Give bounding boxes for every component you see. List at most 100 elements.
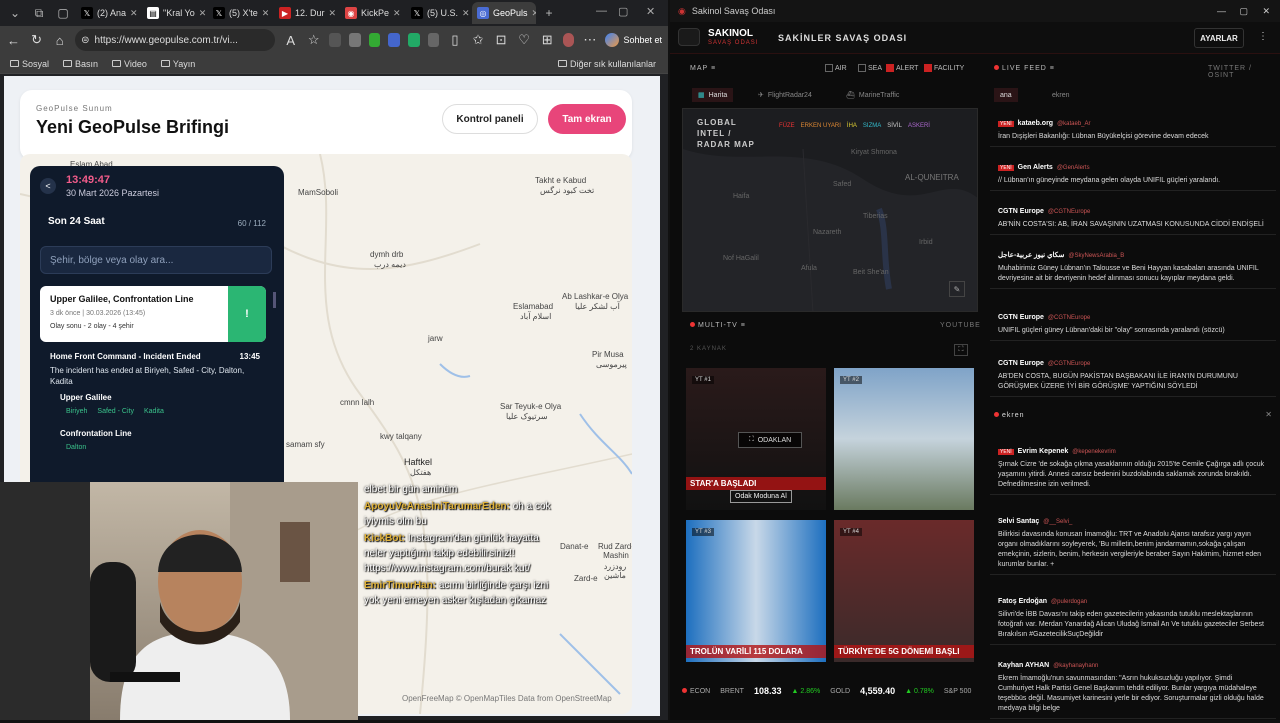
dashboard-button[interactable]: Kontrol paneli bbox=[442, 104, 538, 134]
feed-item[interactable]: YENİ Gen Alerts @GenAlerts // Lübnan'ın gün… bbox=[990, 156, 1276, 191]
feed-handle[interactable]: @CGTNEurope bbox=[1048, 209, 1090, 215]
screenshot-icon[interactable]: ⊞ bbox=[540, 32, 555, 48]
expand-icon[interactable]: ⛶ bbox=[954, 344, 968, 356]
feed-handle[interactable]: @__Selvi_ bbox=[1043, 519, 1072, 525]
tab-5[interactable]: 𝕏 (5) U.S. ✕ bbox=[406, 2, 470, 24]
tab-1[interactable]: ▤ "Kral Yo ✕ bbox=[142, 2, 206, 24]
workspaces-icon[interactable]: ▢ bbox=[52, 3, 74, 23]
feed-item[interactable]: YENİ Evrim Kepenek @kepenekevrim Şırnak Ciz… bbox=[990, 440, 1276, 495]
radar-map[interactable]: GLOBAL INTEL / RADAR MAP FÜZE ERKEN UYAR… bbox=[682, 108, 978, 312]
feed-handle[interactable]: @CGTNEurope bbox=[1048, 361, 1090, 367]
close-icon[interactable]: ✕ bbox=[532, 8, 536, 19]
tv-tile-1[interactable]: YT #1 ⛶ ODAKLAN STAR'A BAŞLADI bbox=[686, 368, 826, 510]
close-icon[interactable]: ✕ bbox=[393, 8, 401, 19]
maximize-icon[interactable]: ▢ bbox=[618, 5, 628, 18]
feed-item[interactable]: CGTN Europe @CGTNEurope AB'NİN COSTA'SI: A… bbox=[990, 200, 1276, 235]
tab-actions-icon[interactable]: ⧉ bbox=[28, 3, 50, 23]
feed-source[interactable]: kataeb.org bbox=[1018, 120, 1053, 127]
scrollbar[interactable] bbox=[273, 292, 276, 308]
feed-item[interactable]: CGTN Europe @CGTNEurope UNIFIL güçleri gün… bbox=[990, 306, 1276, 341]
translate-icon[interactable] bbox=[388, 33, 401, 47]
feed-handle[interactable]: @GenAlerts bbox=[1057, 165, 1090, 171]
feed-source[interactable]: Selvi Santaç bbox=[998, 518, 1039, 525]
filter-air[interactable]: AIR bbox=[825, 64, 847, 72]
minimize-icon[interactable]: — bbox=[1217, 6, 1226, 16]
feed-item[interactable]: YENİ kataeb.org @kataeb_Ar İran Dışişleri B… bbox=[990, 112, 1276, 147]
back-arrow-icon[interactable]: < bbox=[40, 178, 56, 194]
city-tag[interactable]: Kadita bbox=[144, 408, 164, 415]
tv-tile-2[interactable]: YT #2 bbox=[834, 368, 974, 510]
close-icon[interactable]: ✕ bbox=[130, 8, 138, 19]
copilot-button[interactable]: Sohbet et bbox=[605, 33, 662, 47]
city-tag[interactable]: Dalton bbox=[66, 444, 86, 451]
close-window-icon[interactable]: ✕ bbox=[1262, 6, 1270, 17]
city-tag[interactable]: Biriyeh bbox=[66, 408, 87, 415]
filter-alert[interactable]: ALERT bbox=[886, 64, 918, 72]
split-screen-icon[interactable]: ▯ bbox=[447, 32, 462, 48]
maximize-icon[interactable]: ▢ bbox=[1239, 6, 1248, 17]
tab-6[interactable]: ◎ GeoPuls ✕ bbox=[472, 2, 536, 24]
url-field[interactable]: ⊜ https://www.geopulse.com.tr/vi... bbox=[75, 29, 276, 51]
collections-icon[interactable]: ⊡ bbox=[494, 32, 509, 48]
feed-item[interactable]: سكاي نيوز عربية-عاجل @SkyNewsArabia_B Muha… bbox=[990, 244, 1276, 289]
feed-source[interactable]: Gen Alerts bbox=[1018, 164, 1053, 171]
tab-2[interactable]: 𝕏 (5) X'te ✕ bbox=[208, 2, 272, 24]
minimize-icon[interactable]: — bbox=[596, 5, 607, 17]
feed-source[interactable]: CGTN Europe bbox=[998, 208, 1044, 215]
new-tab-icon[interactable]: + bbox=[538, 3, 560, 23]
feed-handle[interactable]: @kepenekevrim bbox=[1072, 449, 1115, 455]
bookmark-folder[interactable]: Basın bbox=[63, 59, 98, 69]
close-icon[interactable]: ✕ bbox=[1265, 410, 1272, 419]
settings-button[interactable]: AYARLAR bbox=[1194, 28, 1244, 48]
close-icon[interactable]: ✕ bbox=[462, 8, 470, 19]
tv-tile-4[interactable]: YT #4 TÜRKİYE'DE 5G DÖNEMİ BAŞLI bbox=[834, 520, 974, 662]
event-card-selected[interactable]: Upper Galilee, Confrontation Line 3 dk ö… bbox=[40, 286, 266, 342]
filter-sea[interactable]: SEA bbox=[858, 64, 882, 72]
location-search-input[interactable]: Şehir, bölge veya olay ara... bbox=[40, 246, 272, 274]
tab-marinetraffic[interactable]: ⛴ MarineTraffic bbox=[840, 88, 905, 102]
feed-source[interactable]: سكاي نيوز عربية-عاجل bbox=[998, 252, 1064, 259]
feed-item[interactable]: CGTN Europe @CGTNEurope AB'DEN COSTA, BUGÜ… bbox=[990, 352, 1276, 397]
puzzle-icon[interactable] bbox=[427, 33, 440, 47]
tab-0[interactable]: 𝕏 (2) Ana ✕ bbox=[76, 2, 140, 24]
tab-4[interactable]: ◉ KickPe ✕ bbox=[340, 2, 404, 24]
bookmark-folder[interactable]: Sosyal bbox=[10, 59, 49, 69]
back-arrow-icon[interactable]: ← bbox=[6, 33, 21, 48]
extension-icon[interactable] bbox=[329, 33, 341, 47]
tab-3[interactable]: ▶ 12. Dur ✕ bbox=[274, 2, 338, 24]
feed-handle[interactable]: @kayhanayhann bbox=[1053, 663, 1098, 669]
home-icon[interactable]: ⌂ bbox=[52, 33, 67, 48]
feed-source[interactable]: CGTN Europe bbox=[998, 314, 1044, 321]
event-item[interactable]: Home Front Command - Incident Ended 13:4… bbox=[50, 352, 260, 451]
edit-icon[interactable]: ✎ bbox=[949, 281, 965, 297]
feed-item[interactable]: Selvi Santaç @__Selvi_ Bilirkisi davasında… bbox=[990, 510, 1276, 575]
feed-source[interactable]: Fatoş Erdoğan bbox=[998, 598, 1047, 605]
close-window-icon[interactable]: ✕ bbox=[646, 5, 655, 18]
chevron-down-icon[interactable]: ⌄ bbox=[4, 3, 26, 23]
more-menu-icon[interactable]: ⋮ bbox=[1258, 31, 1268, 42]
feed-handle[interactable]: @SkyNewsArabia_B bbox=[1068, 253, 1124, 259]
reload-icon[interactable]: ↻ bbox=[29, 32, 44, 48]
feed-source[interactable]: Evrim Kepenek bbox=[1018, 448, 1069, 455]
favorites-icon[interactable]: ✩ bbox=[471, 32, 486, 48]
feed-handle[interactable]: @kataeb_Ar bbox=[1057, 121, 1090, 127]
tab-harita[interactable]: ▦ Harita bbox=[692, 88, 734, 102]
focus-button[interactable]: ⛶ ODAKLAN bbox=[738, 432, 802, 448]
performance-icon[interactable]: ♡ bbox=[517, 32, 532, 48]
fullscreen-button[interactable]: Tam ekran bbox=[548, 104, 626, 134]
bookmark-folder[interactable]: Yayın bbox=[160, 59, 195, 69]
feed-item[interactable]: Kayhan AYHAN @kayhanayhann Ekrem İmamoğlu'… bbox=[990, 654, 1276, 719]
extension-icon[interactable] bbox=[368, 33, 381, 47]
avatar[interactable] bbox=[562, 33, 575, 47]
tab-flightradar[interactable]: ✈ FlightRadar24 bbox=[752, 88, 818, 102]
bookmark-folder[interactable]: Video bbox=[112, 59, 147, 69]
feed-handle[interactable]: @CGTNEurope bbox=[1048, 315, 1090, 321]
menu-dots-icon[interactable]: ⋯ bbox=[582, 32, 597, 48]
favorite-star-icon[interactable]: ☆ bbox=[306, 32, 321, 48]
close-icon[interactable]: ✕ bbox=[329, 8, 337, 19]
feed-source[interactable]: CGTN Europe bbox=[998, 360, 1044, 367]
filter-facility[interactable]: FACILITY bbox=[924, 64, 964, 72]
feed-handle[interactable]: @pulerdogan bbox=[1051, 599, 1087, 605]
close-icon[interactable]: ✕ bbox=[199, 8, 206, 19]
read-aloud-icon[interactable]: A bbox=[283, 33, 298, 48]
